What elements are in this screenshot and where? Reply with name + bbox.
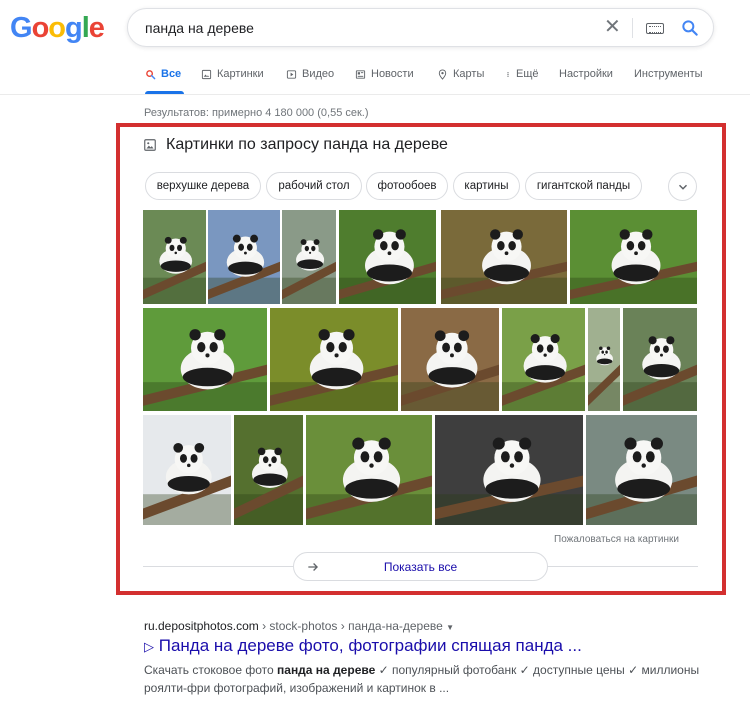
image-thumbnail[interactable] — [586, 415, 697, 525]
news-icon — [355, 69, 366, 79]
panda-photo — [143, 442, 231, 525]
header-divider — [0, 94, 750, 95]
search-divider — [632, 18, 633, 38]
tab-label: Ещё — [516, 68, 539, 80]
show-all-button[interactable]: Показать все — [293, 552, 548, 581]
logo-letter: l — [81, 12, 90, 44]
google-logo[interactable]: Google — [10, 12, 105, 45]
panda-photo — [435, 437, 583, 525]
panda-photo — [570, 229, 697, 304]
result-stats: Результатов: примерно 4 180 000 (0,55 се… — [144, 107, 369, 119]
image-thumbnail[interactable] — [435, 415, 583, 525]
snippet-bold: панда на дереве — [277, 663, 376, 677]
image-thumbnail[interactable] — [401, 308, 499, 411]
tab-all[interactable]: Все — [145, 68, 181, 80]
result-title: Панда на дереве фото, фотографии спящая … — [158, 636, 582, 655]
panda-photo — [208, 234, 280, 304]
tab-more[interactable]: Ещё — [505, 68, 539, 80]
show-all-label: Показать все — [383, 559, 458, 574]
panda-photo — [339, 229, 436, 304]
result-title-link[interactable]: ▷ Панда на дереве фото, фотографии спяща… — [144, 636, 582, 656]
result-domain: ru.depositphotos.com — [144, 619, 259, 633]
image-thumbnail[interactable] — [306, 415, 432, 525]
image-thumbnail[interactable] — [143, 415, 231, 525]
panda-photo — [234, 447, 303, 525]
image-thumbnail[interactable] — [339, 210, 436, 304]
search-icon[interactable] — [680, 18, 700, 38]
panda-photo — [441, 229, 567, 304]
tab-images[interactable]: Картинки — [201, 68, 264, 80]
image-thumbnail[interactable] — [208, 210, 280, 304]
keyboard-icon[interactable] — [646, 23, 664, 34]
tab-label: Настройки — [559, 68, 613, 80]
amp-icon: ▷ — [144, 639, 154, 654]
panda-photo — [588, 346, 620, 411]
panda-photo — [502, 334, 585, 411]
tab-label: Все — [161, 68, 182, 80]
chip[interactable]: картины — [453, 172, 520, 200]
image-thumbnail[interactable] — [270, 308, 398, 411]
panda-photo — [143, 236, 206, 304]
panda-photo — [306, 437, 432, 525]
more-vert-icon — [507, 71, 509, 77]
chip[interactable]: фотообоев — [366, 172, 448, 200]
report-images-link[interactable]: Пожаловаться на картинки — [554, 534, 679, 545]
chip[interactable]: верхушке дерева — [145, 172, 261, 200]
image-icon — [144, 139, 156, 151]
caret-down-icon[interactable]: ▼ — [446, 623, 454, 632]
search-box[interactable]: панда на дереве ✕ — [127, 8, 714, 47]
tab-label: Видео — [302, 68, 335, 80]
images-section-title[interactable]: Картинки по запросу панда на дереве — [143, 136, 448, 154]
tab-video[interactable]: Видео — [286, 68, 334, 80]
result-path: › stock-photos › панда-на-дереве — [258, 619, 447, 633]
search-icon — [146, 69, 156, 79]
panda-photo — [270, 329, 398, 411]
logo-letter: g — [65, 12, 83, 44]
tab-maps[interactable]: Карты — [437, 68, 484, 80]
chevron-down-icon — [678, 184, 687, 190]
panda-photo — [623, 336, 697, 411]
chips-expand-button[interactable] — [668, 172, 697, 201]
panda-photo — [282, 239, 336, 304]
logo-letter: o — [48, 12, 66, 44]
panda-photo — [586, 437, 697, 525]
panda-photo — [143, 329, 267, 411]
tab-settings[interactable]: Настройки — [559, 68, 613, 80]
chip[interactable]: гигантской панды — [525, 172, 642, 200]
logo-letter: o — [31, 12, 50, 44]
panda-photo — [401, 330, 499, 411]
image-thumbnail[interactable] — [441, 210, 567, 304]
logo-letter: e — [88, 12, 105, 44]
logo-letter: G — [10, 12, 33, 44]
image-icon — [201, 69, 212, 79]
image-thumbnail[interactable] — [570, 210, 697, 304]
tab-tools[interactable]: Инструменты — [634, 68, 703, 80]
image-thumbnail[interactable] — [502, 308, 585, 411]
result-snippet: Скачать стоковое фото панда на дереве ✓ … — [144, 661, 704, 697]
tab-label: Картинки — [217, 68, 264, 80]
tab-label: Новости — [371, 68, 414, 80]
image-thumbnail[interactable] — [282, 210, 336, 304]
tab-news[interactable]: Новости — [355, 68, 414, 80]
snippet-text: Скачать стоковое фото — [144, 663, 278, 677]
image-thumbnail[interactable] — [143, 210, 206, 304]
pin-icon — [438, 68, 447, 80]
image-thumbnail[interactable] — [143, 308, 267, 411]
image-thumbnail[interactable] — [234, 415, 303, 525]
arrow-right-icon — [308, 563, 318, 571]
tab-label: Карты — [453, 68, 485, 80]
section-title-text: Картинки по запросу панда на дереве — [166, 136, 448, 153]
search-tabs: Все Картинки Видео Новости Карты Ещё Нас… — [0, 60, 750, 94]
close-icon[interactable]: ✕ — [604, 17, 621, 37]
tab-label: Инструменты — [634, 68, 703, 80]
image-thumbnail[interactable] — [623, 308, 697, 411]
search-input[interactable]: панда на дереве — [145, 20, 254, 36]
play-icon — [286, 69, 297, 79]
chip[interactable]: рабочий стол — [266, 172, 362, 200]
result-url[interactable]: ru.depositphotos.com › stock-photos › па… — [144, 619, 454, 633]
image-thumbnail[interactable] — [588, 308, 620, 411]
